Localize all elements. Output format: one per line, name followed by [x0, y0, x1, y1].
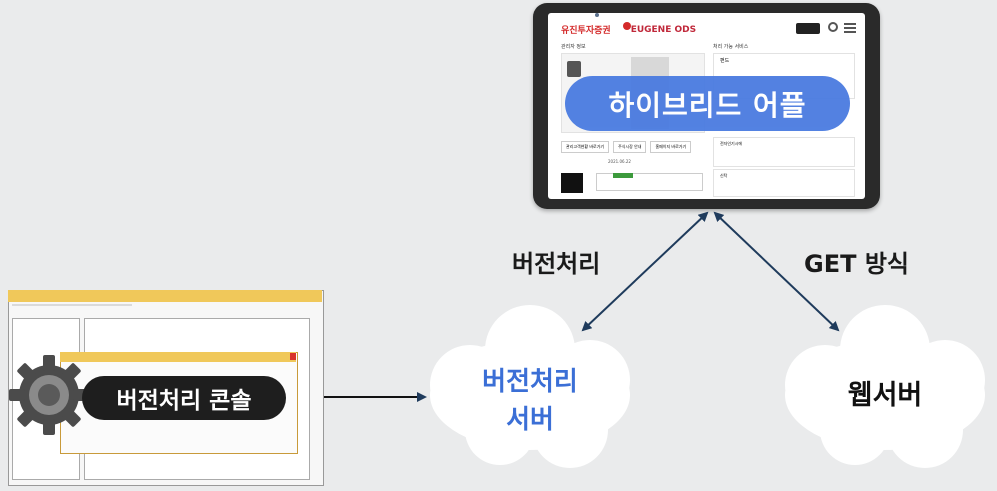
- version-server-line-2: 서버: [506, 405, 554, 435]
- console-dialog-title: [60, 352, 296, 362]
- console-label: 버전처리 콘솔: [82, 376, 286, 420]
- gear-icon: [9, 355, 89, 435]
- version-server-label: 버전처리 서버: [470, 363, 590, 439]
- version-arrow: [581, 211, 709, 332]
- console-toolbar: [12, 304, 312, 314]
- dialog-close-button[interactable]: [290, 353, 296, 360]
- version-server-line-1: 버전처리: [482, 367, 578, 397]
- version-edge-label: 버전처리: [512, 250, 601, 278]
- console-titlebar: [8, 290, 322, 302]
- web-server-label: 웹서버: [847, 380, 923, 411]
- get-edge-label: GET 방식: [804, 250, 909, 278]
